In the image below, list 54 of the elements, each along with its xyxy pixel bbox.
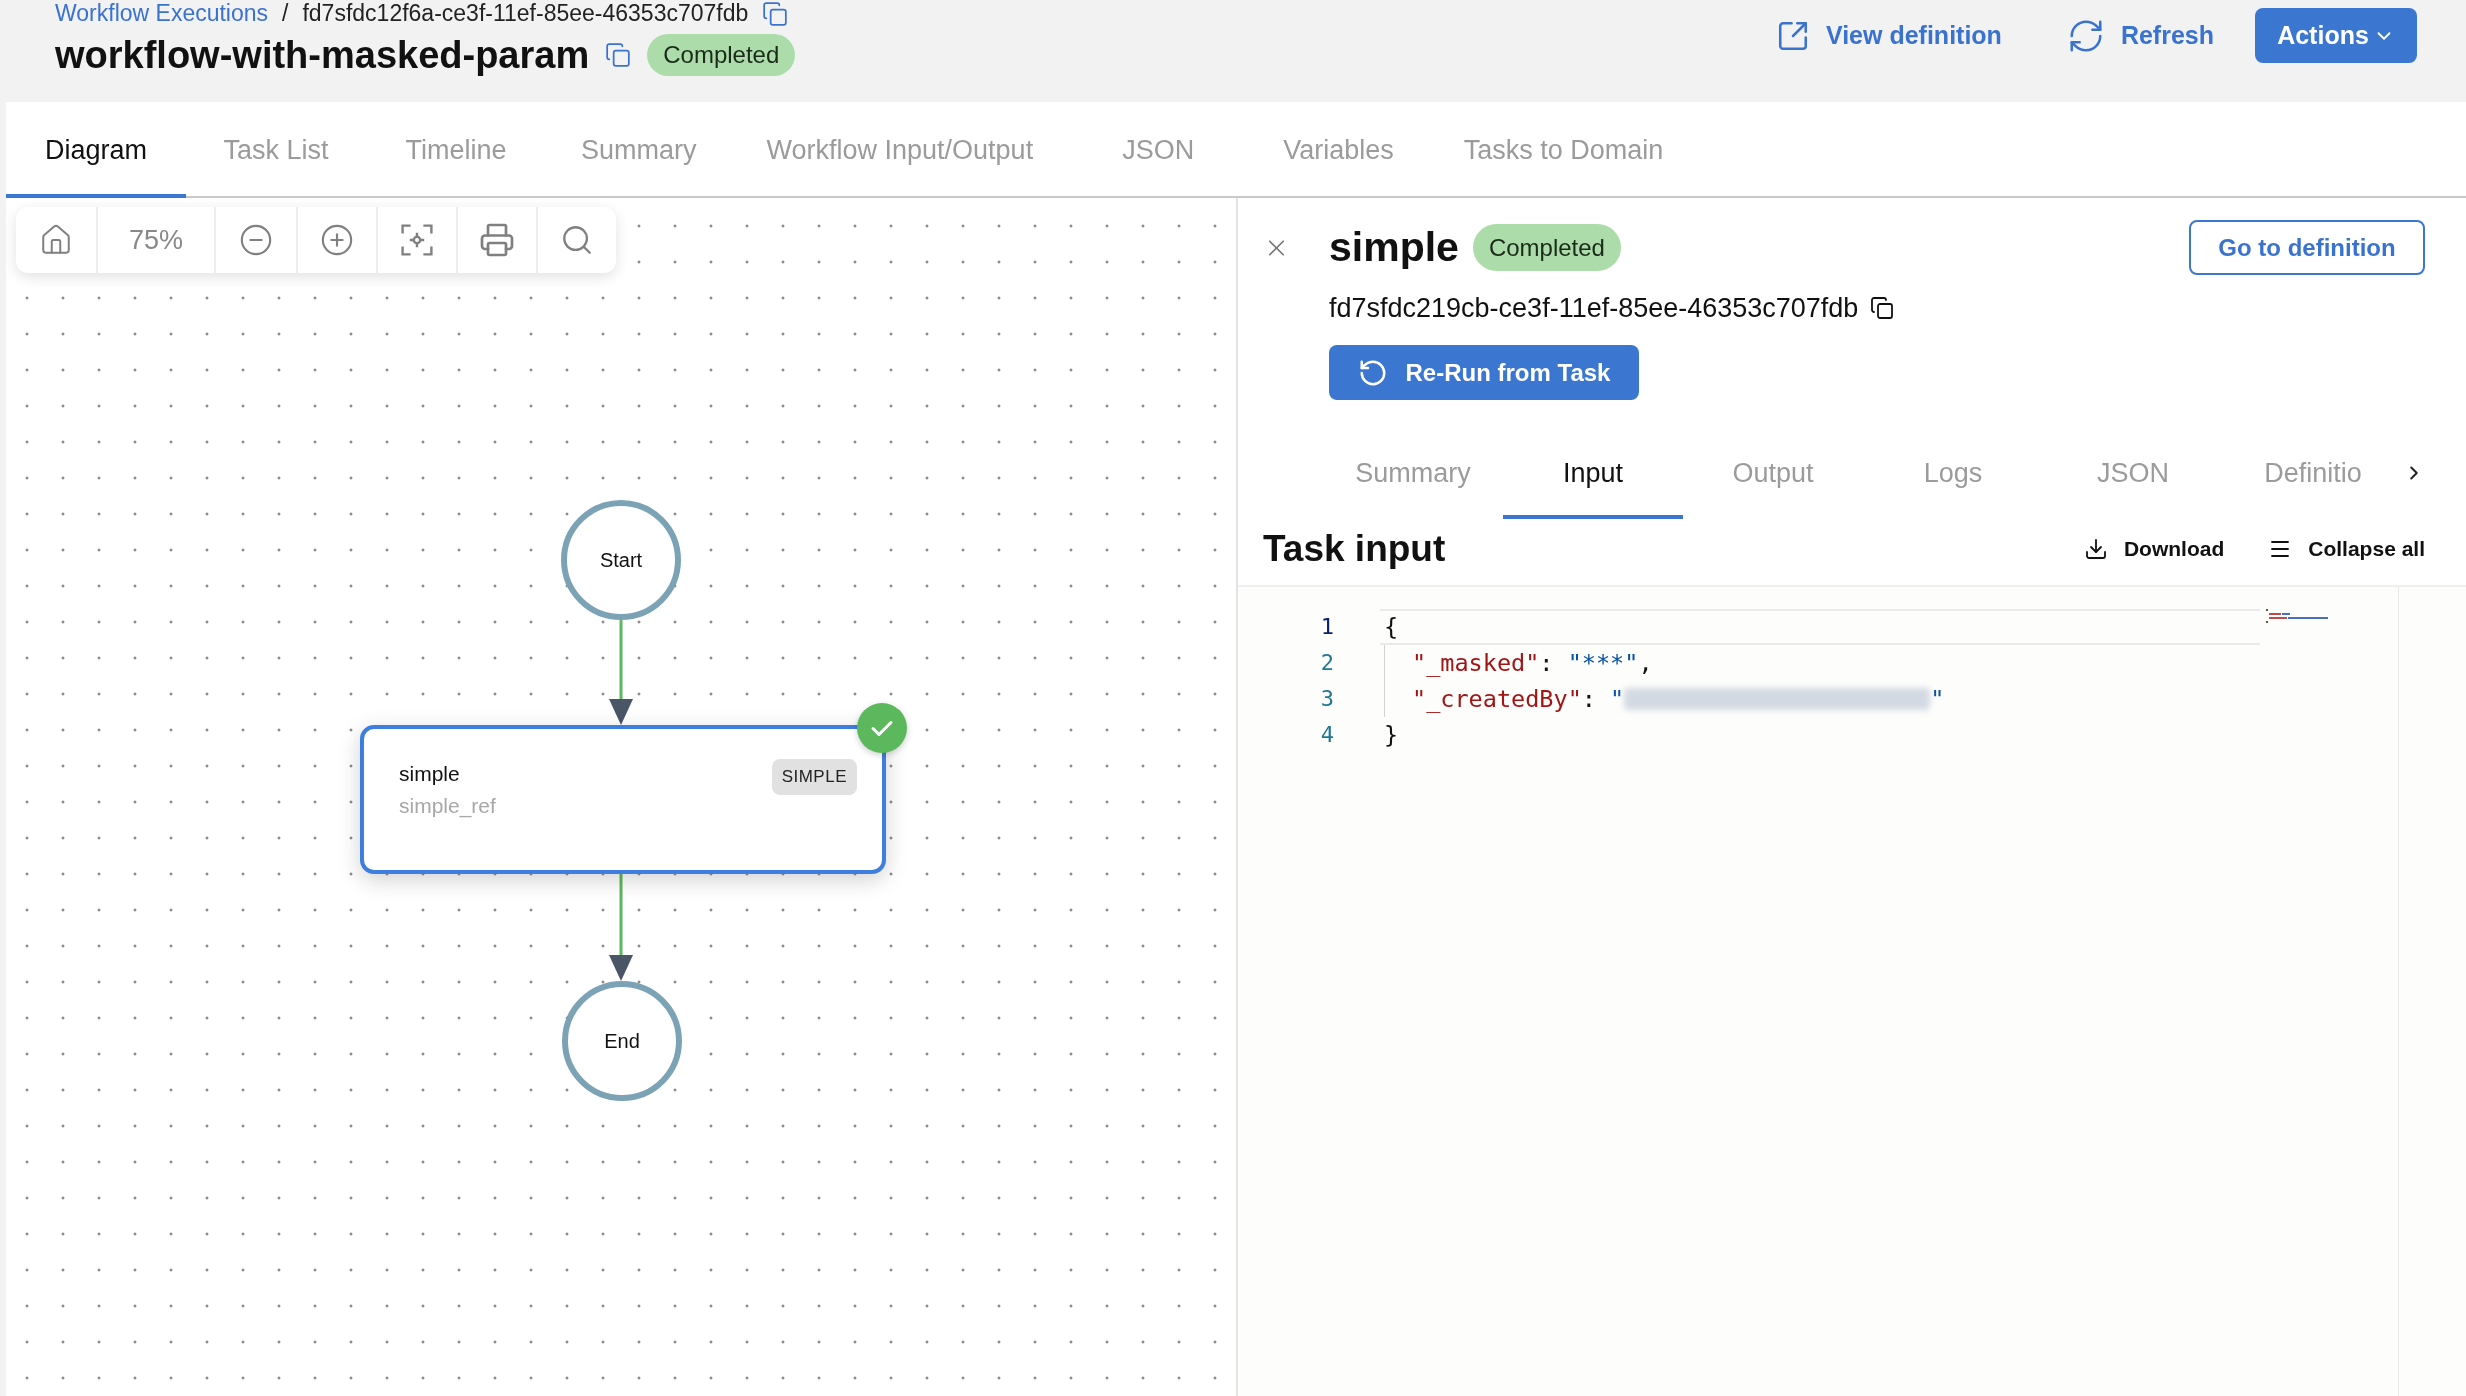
line-number: 2 [1319, 649, 1334, 677]
status-badge: Completed [647, 34, 796, 76]
code-text: "_createdBy": " [1412, 685, 1625, 713]
download-icon [2083, 537, 2108, 561]
tab[interactable]: Task List [186, 102, 366, 198]
go-to-definition-button[interactable]: Go to definition [2189, 220, 2425, 275]
line-number: 3 [1319, 685, 1334, 713]
task-id: fd7sfdc219cb-ce3f-11ef-85ee-46353c707fdb [1329, 292, 1859, 324]
tab[interactable]: Timeline [366, 102, 546, 198]
tab[interactable]: Logs [1863, 427, 2043, 519]
tab[interactable]: JSON [1068, 102, 1249, 198]
task-node[interactable]: simple simple_ref SIMPLE [360, 725, 886, 874]
task-type-badge: SIMPLE [771, 759, 857, 795]
download-button[interactable]: Download [2083, 537, 2225, 561]
rerun-button[interactable]: Re-Run from Task [1329, 345, 1639, 400]
breadcrumb-link[interactable]: Workflow Executions [55, 0, 269, 27]
collapse-all-button[interactable]: Collapse all [2268, 537, 2425, 561]
code-text: "_masked": "***", [1412, 649, 1653, 677]
start-node[interactable]: Start [561, 500, 681, 620]
view-definition-button[interactable]: View definition [1775, 18, 2002, 53]
workflow-title: workflow-with-masked-param [55, 34, 590, 76]
line-number: 4 [1319, 721, 1334, 749]
code-text: } [1384, 721, 1399, 749]
tab[interactable]: Workflow Input/Output [731, 102, 1069, 198]
breadcrumb-separator: / [282, 0, 289, 27]
task-reference: simple_ref [399, 794, 496, 818]
actions-button[interactable]: Actions [2255, 8, 2417, 63]
tab[interactable]: Summary [546, 102, 732, 198]
tab[interactable]: Input [1503, 427, 1683, 519]
end-node[interactable]: End [562, 981, 682, 1101]
zoom-in-icon [320, 223, 354, 257]
status-badge: Completed [1472, 224, 1621, 271]
task-name: simple [399, 762, 461, 786]
fit-view-icon [401, 224, 433, 256]
tab[interactable]: Variables [1248, 102, 1429, 198]
tab[interactable]: JSON [2043, 427, 2223, 519]
zoom-out-icon [239, 223, 273, 257]
code-text: " [1930, 685, 1945, 713]
section-title: Task input [1263, 528, 1446, 570]
code-editor[interactable]: 1 { 2 "_masked": "***", 3 "_createdBy": " " 4 } [1238, 585, 2466, 1396]
task-title: simple [1329, 224, 1459, 271]
line-number: 1 [1319, 613, 1334, 641]
tab[interactable]: Definitio [2223, 427, 2403, 519]
copy-icon[interactable] [1870, 296, 1895, 320]
zoom-level: 75% [128, 224, 183, 256]
refresh-button[interactable]: Refresh [2066, 16, 2214, 55]
search-icon [560, 223, 594, 257]
breadcrumb-current: fd7sfdc12f6a-ce3f-11ef-85ee-46353c707fdb [302, 0, 749, 27]
code-text: { [1384, 613, 1399, 641]
tab[interactable]: Output [1683, 427, 1863, 519]
printer-icon [479, 222, 515, 258]
home-icon [39, 223, 73, 257]
tab[interactable]: Summary [1323, 427, 1503, 519]
tab[interactable]: Tasks to Domain [1428, 102, 1699, 198]
